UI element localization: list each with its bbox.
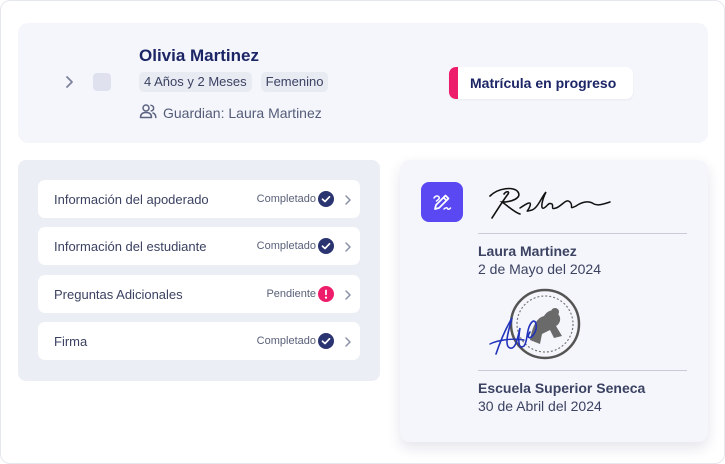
step-label: Información del apoderado (54, 191, 209, 207)
step-label: Información del estudiante (54, 238, 207, 254)
gender-tag: Femenino (260, 72, 329, 92)
signature-divider (478, 233, 687, 234)
select-checkbox[interactable] (93, 73, 111, 91)
status-indicator (449, 67, 458, 99)
step-row-student-info[interactable]: Información del estudiante Completado (38, 227, 360, 265)
step-row-additional-questions[interactable]: Preguntas Adicionales Pendiente (38, 275, 360, 313)
guardian-signature-image (486, 182, 616, 229)
status-label: Matrícula en progreso (470, 75, 617, 91)
step-label: Firma (54, 333, 88, 349)
step-row-guardian-info[interactable]: Información del apoderado Completado (38, 180, 360, 218)
check-circle-icon (318, 238, 334, 254)
app-frame: Olivia Martinez 4 Años y 2 Meses Femenin… (0, 0, 725, 464)
chevron-right-icon (342, 335, 354, 347)
check-circle-icon (318, 191, 334, 207)
signer-name: Laura Martinez (478, 243, 577, 259)
guardian-info: Guardian: Laura Martinez (139, 103, 322, 122)
check-circle-icon (318, 333, 334, 349)
expand-chevron-icon[interactable] (63, 75, 77, 89)
status-badge: Matrícula en progreso (449, 67, 633, 99)
student-tags: 4 Años y 2 Meses Femenino (139, 72, 329, 92)
step-label: Preguntas Adicionales (54, 286, 183, 302)
student-name: Olivia Martinez (139, 46, 259, 65)
step-status: Pendiente (266, 288, 316, 300)
school-stamp-image (488, 288, 588, 373)
signature-divider (478, 370, 687, 371)
step-status: Completado (256, 193, 316, 205)
guardian-label: Guardian: Laura Martinez (163, 104, 322, 121)
school-date: 30 de Abril del 2024 (478, 398, 602, 414)
steps-panel: Información del apoderado Completado Inf… (18, 160, 380, 381)
step-status: Completado (256, 335, 316, 347)
school-name: Escuela Superior Seneca (478, 380, 646, 396)
signature-pen-icon (421, 182, 463, 222)
chevron-right-icon (342, 193, 354, 205)
users-icon (139, 103, 157, 122)
signer-date: 2 de Mayo del 2024 (478, 261, 601, 277)
chevron-right-icon (342, 240, 354, 252)
alert-circle-icon (318, 286, 334, 302)
signatures-card: Laura Martinez 2 de Mayo del 2024 Escuel… (400, 160, 708, 442)
step-status: Completado (256, 240, 316, 252)
age-tag: 4 Años y 2 Meses (139, 72, 252, 92)
chevron-right-icon (342, 288, 354, 300)
step-row-signature[interactable]: Firma Completado (38, 322, 360, 360)
